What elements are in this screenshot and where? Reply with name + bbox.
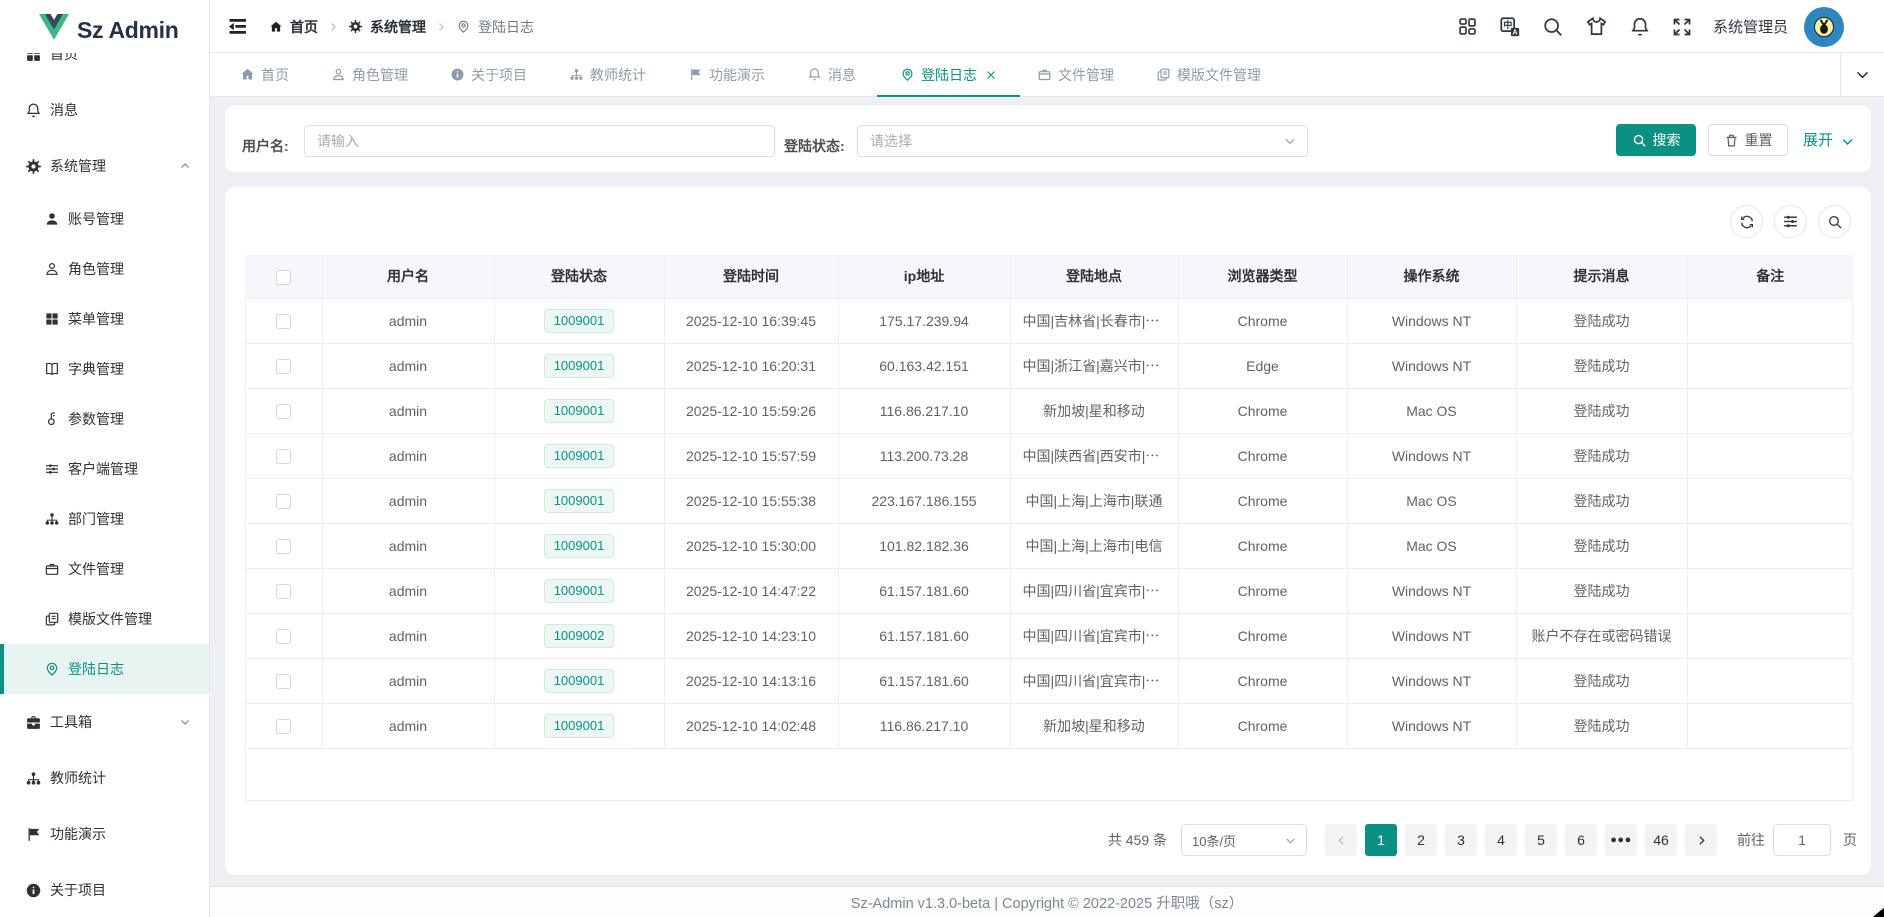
svg-text:A: A: [1512, 27, 1518, 36]
svg-text:中: 中: [1503, 18, 1512, 29]
